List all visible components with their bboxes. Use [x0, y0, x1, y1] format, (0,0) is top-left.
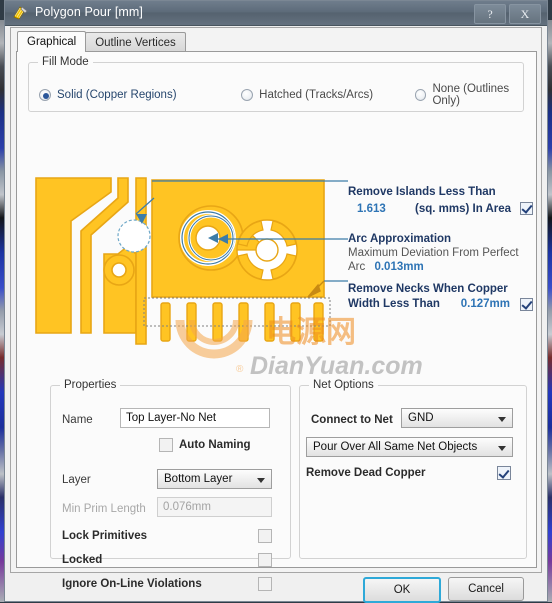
arc-approximation-desc2: Arc — [348, 261, 366, 273]
locked-checkbox[interactable] — [258, 553, 272, 567]
remove-necks-checkbox[interactable] — [520, 297, 533, 311]
annotation-remove-necks: Remove Necks When Copper Width Less Than… — [348, 282, 533, 311]
close-button[interactable]: X — [509, 4, 541, 24]
arc-approximation-title: Arc Approximation — [348, 233, 452, 245]
annotation-remove-islands: Remove Islands Less Than 1.613 (sq. mms)… — [348, 185, 533, 215]
lock-primitives-checkbox[interactable] — [258, 529, 272, 543]
layer-select-value: Bottom Layer — [164, 473, 233, 485]
min-prim-length-label: Min Prim Length — [62, 503, 146, 515]
remove-dead-copper-checkbox[interactable] — [497, 466, 511, 480]
cancel-button[interactable]: Cancel — [448, 577, 524, 601]
radio-hatched-label: Hatched (Tracks/Arcs) — [259, 89, 374, 101]
chevron-down-icon — [498, 446, 506, 451]
tab-outline-vertices[interactable]: Outline Vertices — [85, 32, 186, 52]
tab-graphical[interactable]: Graphical — [17, 31, 87, 52]
dialog-client-area: Graphical Outline Vertices Fill Mode Sol… — [10, 27, 542, 591]
remove-islands-title: Remove Islands Less Than — [348, 186, 496, 198]
name-input[interactable]: Top Layer-No Net — [120, 408, 270, 428]
connect-to-net-value: GND — [408, 412, 434, 424]
tab-strip: Graphical Outline Vertices — [17, 31, 186, 52]
pour-over-value: Pour Over All Same Net Objects — [313, 441, 478, 453]
fill-mode-title: Fill Mode — [38, 56, 93, 68]
radio-none-label: None (Outlines Only) — [432, 83, 510, 107]
connect-to-net-label: Connect to Net — [311, 414, 393, 426]
remove-islands-value[interactable]: 1.613 — [348, 203, 415, 215]
remove-necks-title: Remove Necks When Copper — [348, 283, 508, 295]
remove-dead-copper-label: Remove Dead Copper — [306, 467, 426, 479]
window-title: Polygon Pour [mm] — [35, 5, 143, 19]
pour-over-select[interactable]: Pour Over All Same Net Objects — [306, 437, 513, 457]
help-button[interactable]: ? — [474, 4, 506, 24]
layer-label: Layer — [62, 474, 91, 486]
chevron-down-icon — [498, 417, 506, 422]
tab-page-graphical: Fill Mode Solid (Copper Regions) Hatched… — [16, 51, 538, 591]
annotation-arc-approximation: Arc Approximation Maximum Deviation From… — [348, 232, 538, 274]
name-label: Name — [62, 414, 93, 426]
properties-title: Properties — [60, 379, 121, 391]
min-prim-length-input: 0.076mm — [157, 497, 272, 517]
remove-islands-checkbox[interactable] — [520, 202, 533, 215]
radio-none-outlines-only[interactable]: None (Outlines Only) — [415, 83, 533, 107]
radio-solid-copper-regions[interactable]: Solid (Copper Regions) — [39, 83, 241, 107]
net-options-title: Net Options — [309, 379, 378, 391]
radio-hatched-indicator — [241, 89, 254, 101]
polygon-pour-dialog: Polygon Pour [mm] ? X Graphical Outline … — [4, 0, 548, 603]
layer-select[interactable]: Bottom Layer — [157, 469, 272, 489]
title-bar: Polygon Pour [mm] ? X — [5, 1, 547, 26]
svg-text:®: ® — [236, 364, 244, 375]
radio-solid-indicator — [39, 89, 51, 101]
auto-naming-checkbox[interactable] — [159, 438, 173, 452]
chevron-down-icon — [257, 478, 265, 483]
polygon-pour-icon — [13, 5, 29, 21]
remove-necks-value[interactable]: 0.127mm — [461, 298, 510, 310]
radio-hatched-tracks-arcs[interactable]: Hatched (Tracks/Arcs) — [241, 83, 415, 107]
radio-solid-label: Solid (Copper Regions) — [57, 89, 177, 101]
arc-approximation-value[interactable]: 0.013mm — [374, 261, 423, 273]
radio-none-indicator — [415, 89, 427, 101]
remove-necks-title2: Width Less Than — [348, 298, 440, 310]
connect-to-net-select[interactable]: GND — [401, 408, 513, 428]
arc-approximation-desc: Maximum Deviation From Perfect — [348, 247, 519, 259]
locked-label: Locked — [62, 554, 103, 566]
auto-naming-label: Auto Naming — [179, 439, 251, 451]
title-bar-buttons: ? X — [474, 4, 541, 24]
fill-mode-group: Fill Mode Solid (Copper Regions) Hatched… — [28, 56, 524, 112]
remove-islands-units: (sq. mms) In Area — [415, 202, 512, 215]
ok-button[interactable]: OK — [363, 577, 441, 603]
lock-primitives-label: Lock Primitives — [62, 530, 148, 542]
fill-mode-options: Solid (Copper Regions) Hatched (Tracks/A… — [39, 83, 533, 107]
dialog-footer: OK Cancel — [10, 575, 542, 603]
